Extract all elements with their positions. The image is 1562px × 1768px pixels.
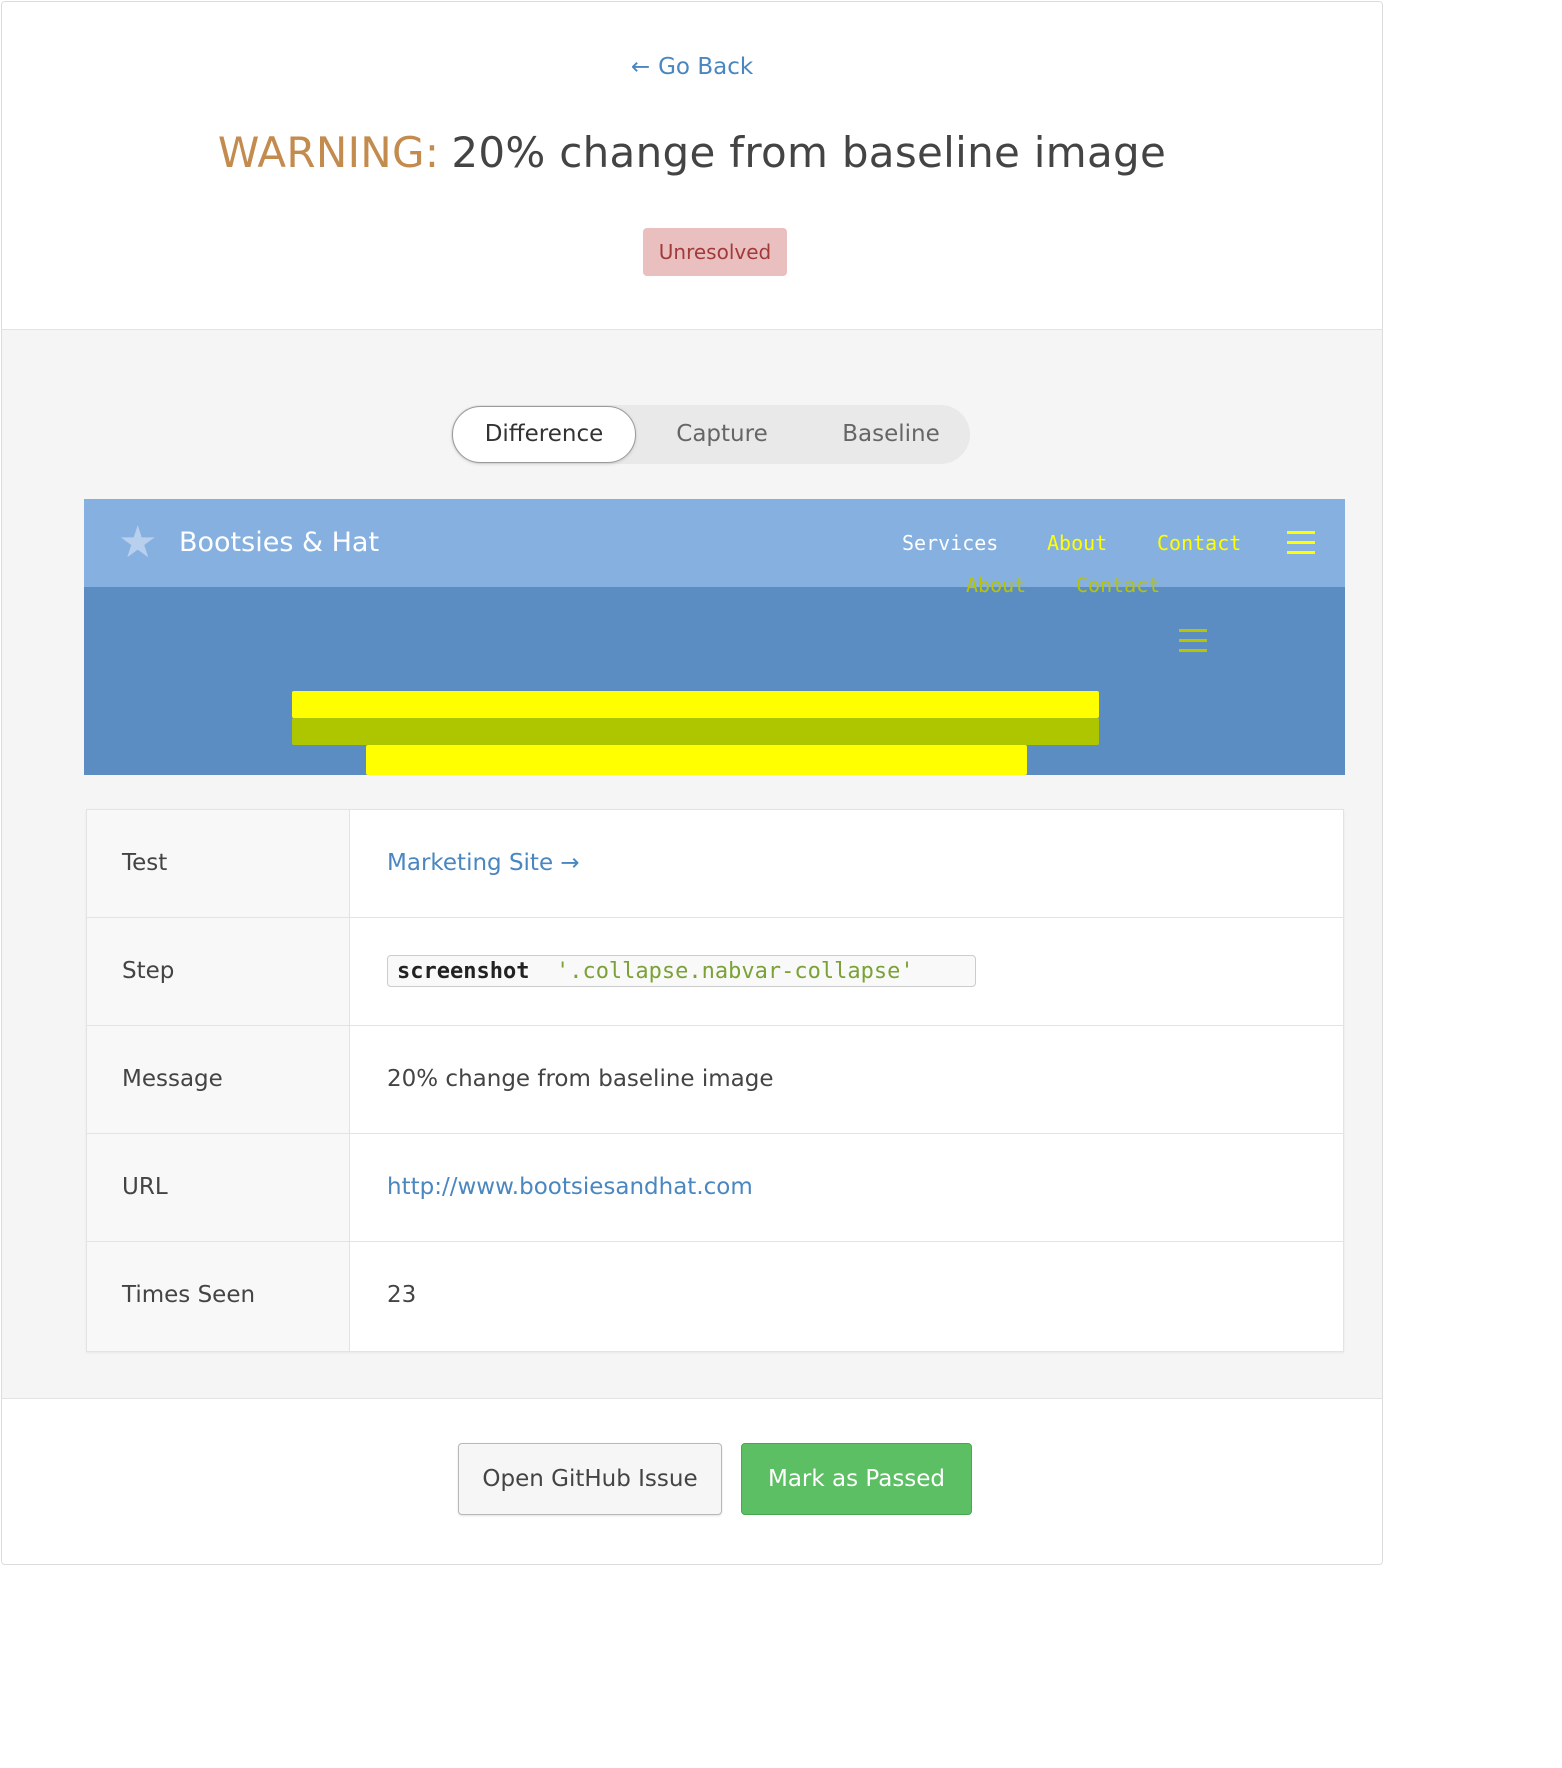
report-header: ← Go Back WARNING: 20% change from baselin… (2, 2, 1382, 330)
hamburger-icon (1287, 531, 1315, 555)
diff-highlight-bar (366, 745, 1027, 775)
preview-nav-about: About (1047, 531, 1108, 555)
table-row: Step screenshot '.collapse.nabvar-collap… (87, 918, 1343, 1026)
go-back-label: Go Back (658, 54, 754, 80)
go-back-link[interactable]: ← Go Back (2, 54, 1382, 80)
tab-baseline[interactable]: Baseline (823, 405, 959, 464)
row-label: URL (87, 1134, 350, 1241)
row-label: Step (87, 918, 350, 1025)
table-row: Times Seen 23 (87, 1242, 1343, 1351)
row-value: http://www.bootsiesandhat.com (387, 1134, 753, 1241)
row-label: Message (87, 1026, 350, 1133)
row-label: Test (87, 810, 350, 917)
diff-shadow-bar (292, 718, 1099, 745)
action-footer: Open GitHub Issue Mark as Passed (2, 1399, 1382, 1564)
open-github-issue-button[interactable]: Open GitHub Issue (458, 1443, 722, 1515)
view-tabs: Difference Capture Baseline (451, 405, 970, 464)
step-command: screenshot (397, 959, 530, 984)
tab-capture[interactable]: Capture (653, 405, 791, 464)
warning-prefix: WARNING: (217, 128, 440, 177)
diff-highlight-bar (292, 691, 1099, 718)
preview-brand: Bootsies & Hat (179, 527, 380, 558)
table-row: Message 20% change from baseline image (87, 1026, 1343, 1134)
table-row: URL http://www.bootsiesandhat.com (87, 1134, 1343, 1242)
test-link[interactable]: Marketing Site → (387, 850, 580, 876)
report-card: ← Go Back WARNING: 20% change from baselin… (1, 1, 1383, 1565)
row-value: Marketing Site → (387, 810, 580, 917)
message-value: 20% change from baseline image (387, 1066, 774, 1092)
mark-as-passed-button[interactable]: Mark as Passed (741, 1443, 972, 1515)
comparison-section: Difference Capture Baseline ★ Bootsies &… (2, 330, 1382, 1399)
hamburger-shifted-icon (1179, 629, 1207, 653)
tab-difference[interactable]: Difference (452, 406, 636, 463)
row-label: Times Seen (87, 1242, 350, 1351)
preview-nav-services: Services (902, 531, 999, 555)
table-row: Test Marketing Site → (87, 810, 1343, 918)
status-badge: Unresolved (643, 228, 787, 276)
step-code: screenshot '.collapse.nabvar-collapse' (387, 955, 976, 987)
times-seen-value: 23 (387, 1282, 417, 1308)
details-table: Test Marketing Site → Step screenshot '.… (86, 809, 1344, 1352)
preview-nav-contact-shifted: Contact (1076, 573, 1161, 597)
star-icon: ★ (118, 517, 158, 568)
diff-image: ★ Bootsies & Hat Services About Contact … (84, 499, 1345, 775)
preview-nav-about-shifted: About (966, 573, 1027, 597)
preview-nav-contact: Contact (1157, 531, 1242, 555)
title-text: 20% change from baseline image (451, 128, 1167, 177)
arrow-left-icon: ← (630, 54, 651, 80)
step-argument: '.collapse.nabvar-collapse' (555, 959, 914, 984)
page-title: WARNING: 20% change from baseline image (2, 128, 1382, 177)
url-link[interactable]: http://www.bootsiesandhat.com (387, 1174, 753, 1200)
